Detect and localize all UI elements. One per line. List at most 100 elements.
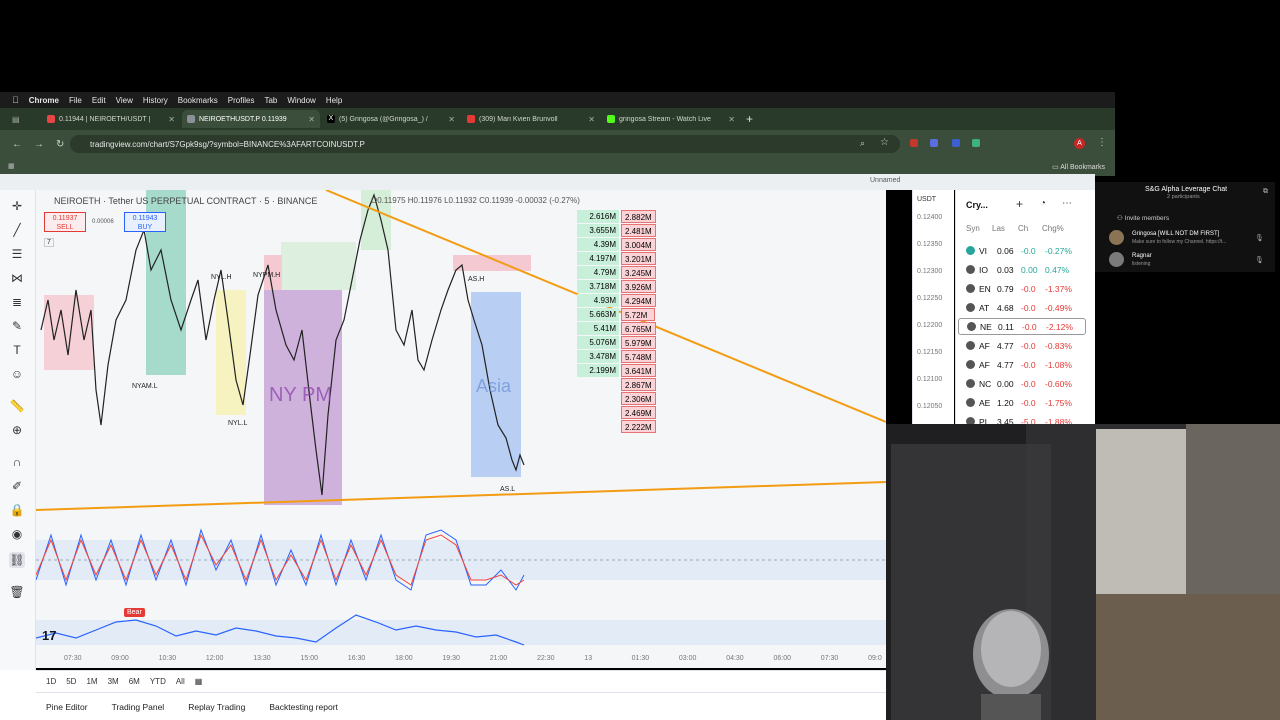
extension-icon[interactable] [910,139,918,147]
extension-icon[interactable] [952,139,960,147]
menu-edit[interactable]: Edit [92,96,106,105]
close-icon[interactable]: ✕ [168,115,175,124]
extension-icon[interactable] [972,139,980,147]
reload-icon[interactable]: ↻ [56,139,64,150]
col-symbol[interactable]: Syn [966,224,992,233]
ruler-icon[interactable]: 📏 [9,398,25,414]
watchlist-cell-ch: 0.00 [1021,264,1038,275]
backtesting-report-tab[interactable]: Backtesting report [269,702,338,712]
add-symbol-icon[interactable]: + [1016,197,1023,211]
watchlist-title[interactable]: Cry... [966,200,988,210]
sell-button[interactable]: 0.11937 SELL [44,212,86,232]
range-1d[interactable]: 1D [46,677,56,686]
apps-grid-icon[interactable]: ▦ [8,162,15,170]
chart-symbol-title[interactable]: NEIROETH · Tether US PERPETUAL CONTRACT … [54,196,317,206]
menu-file[interactable]: File [69,96,82,105]
crosshair-icon[interactable]: ✛ [9,198,25,214]
apple-icon[interactable]:  [12,95,19,105]
buy-button[interactable]: 0.11943 BUY [124,212,166,232]
address-bar[interactable]: tradingview.com/chart/S7Gpk9sg/?symbol=B… [70,135,900,153]
browser-tab-active[interactable]: NEIROETHUSDT.P 0.11939 ✕ [182,110,320,128]
alert-clock-icon[interactable]: ◔ [1040,198,1046,209]
back-icon[interactable]: ← [12,139,22,150]
indicator-count-badge[interactable]: 7 [44,238,54,247]
watchlist-row[interactable]: AE 1.20 -0.0 -1.75% [958,394,1086,411]
watchlist-cell-sym: AE [979,397,991,408]
pine-editor-tab[interactable]: Pine Editor [46,702,88,712]
menu-window[interactable]: Window [287,96,315,105]
price-tick: 0.12150 [917,349,943,356]
close-icon[interactable]: ✕ [308,115,315,124]
popout-icon[interactable]: ⧉ [1263,188,1268,196]
watchlist-row[interactable]: AF 4.77 -0.0 -0.83% [958,337,1086,354]
trash-icon[interactable]: 🗑 [9,584,25,600]
forward-icon[interactable]: → [34,139,44,150]
pattern-icon[interactable]: ⋈ [9,270,25,286]
link-icon[interactable]: ⛓ [9,552,25,568]
menu-profiles[interactable]: Profiles [228,96,255,105]
watchlist-row[interactable]: IO 0.03 0.00 0.47% [958,261,1086,278]
range-5d[interactable]: 5D [66,677,76,686]
price-chart[interactable]: NEIROETH · Tether US PERPETUAL CONTRACT … [36,190,886,668]
watchlist-row[interactable]: VI 0.06 -0.0 -0.27% [958,242,1086,259]
tab-label: (309) Mari Kvien Brunvoll [479,115,558,123]
zoom-icon[interactable]: ⌕ [860,138,865,149]
price-axis-currency[interactable]: USDT [917,196,936,203]
range-3m[interactable]: 3M [108,677,119,686]
range-1m[interactable]: 1M [86,677,97,686]
browser-tab[interactable]: gringosa Stream - Watch Live ✕ [602,110,740,128]
new-tab-button[interactable]: + [746,112,753,126]
extension-icon[interactable] [930,139,938,147]
close-icon[interactable]: ✕ [728,115,735,124]
fib-icon[interactable]: ≣ [9,294,25,310]
browser-tab[interactable]: (309) Mari Kvien Brunvoll ✕ [462,110,600,128]
watchlist-row[interactable]: NC 0.00 -0.0 -0.60% [958,375,1086,392]
trading-panel-tab[interactable]: Trading Panel [112,702,165,712]
close-icon[interactable]: ✕ [588,115,595,124]
watchlist-row[interactable]: AT 4.68 -0.0 -0.49% [958,299,1086,316]
time-tick: 12:00 [205,655,224,662]
col-change[interactable]: Ch [1018,224,1042,233]
watchlist-row[interactable]: AF 4.77 -0.0 -1.08% [958,356,1086,373]
menu-tab[interactable]: Tab [264,96,277,105]
range-6m[interactable]: 6M [129,677,140,686]
invite-members-button[interactable]: ⚇ Invite members [1117,214,1169,222]
range-all[interactable]: All [176,677,185,686]
menu-bookmarks[interactable]: Bookmarks [178,96,218,105]
avatar [1109,230,1124,245]
menu-app-name[interactable]: Chrome [29,96,59,105]
menu-view[interactable]: View [116,96,133,105]
layout-name[interactable]: Unnamed [870,177,900,184]
all-bookmarks-link[interactable]: ▭ All Bookmarks [1052,163,1105,171]
col-change-pct[interactable]: Chg% [1042,224,1072,233]
price-axis[interactable]: USDT 0.12400 0.12350 0.12300 0.12250 0.12200… [912,190,954,425]
watchlist-row[interactable]: NE 0.11 -0.0 -2.12% [958,318,1086,335]
more-icon[interactable]: ⋯ [1062,198,1072,209]
watchlist-row[interactable]: EN 0.79 -0.0 -1.37% [958,280,1086,297]
text-icon[interactable]: T [9,342,25,358]
horizontal-lines-icon[interactable]: ☰ [9,246,25,262]
zoom-in-icon[interactable]: ⊕ [9,422,25,438]
profile-avatar[interactable]: A [1074,138,1085,149]
browser-tab[interactable]: X (5) Gringosa (@Gringosa_) / ✕ [322,110,460,128]
col-last[interactable]: Las [992,224,1018,233]
menu-history[interactable]: History [143,96,168,105]
range-ytd[interactable]: YTD [150,677,166,686]
date-range-icon[interactable]: ▦ [195,677,203,686]
browser-tab[interactable]: 0.11944 | NEIROETH/USDT | ✕ [42,110,180,128]
menu-help[interactable]: Help [326,96,342,105]
close-icon[interactable]: ✕ [448,115,455,124]
magnet-icon[interactable]: ∩ [9,454,25,470]
eye-icon[interactable]: ◉ [9,526,25,542]
replay-trading-tab[interactable]: Replay Trading [188,702,245,712]
tab-overview-icon[interactable]: ▤ [0,115,40,124]
trendline-icon[interactable]: ╱ [9,222,25,238]
browser-tab-bar: ▤ 0.11944 | NEIROETH/USDT | ✕ NEIROETHUS… [0,108,1115,130]
tradingview-logo[interactable]: 17 [42,628,56,643]
emoji-icon[interactable]: ☺ [9,366,25,382]
lock-drawing-icon[interactable]: ✐ [9,478,25,494]
lock-icon[interactable]: 🔒 [9,502,25,518]
kebab-menu-icon[interactable]: ⋮ [1097,137,1107,148]
brush-icon[interactable]: ✎ [9,318,25,334]
bookmark-star-icon[interactable]: ☆ [880,137,889,148]
